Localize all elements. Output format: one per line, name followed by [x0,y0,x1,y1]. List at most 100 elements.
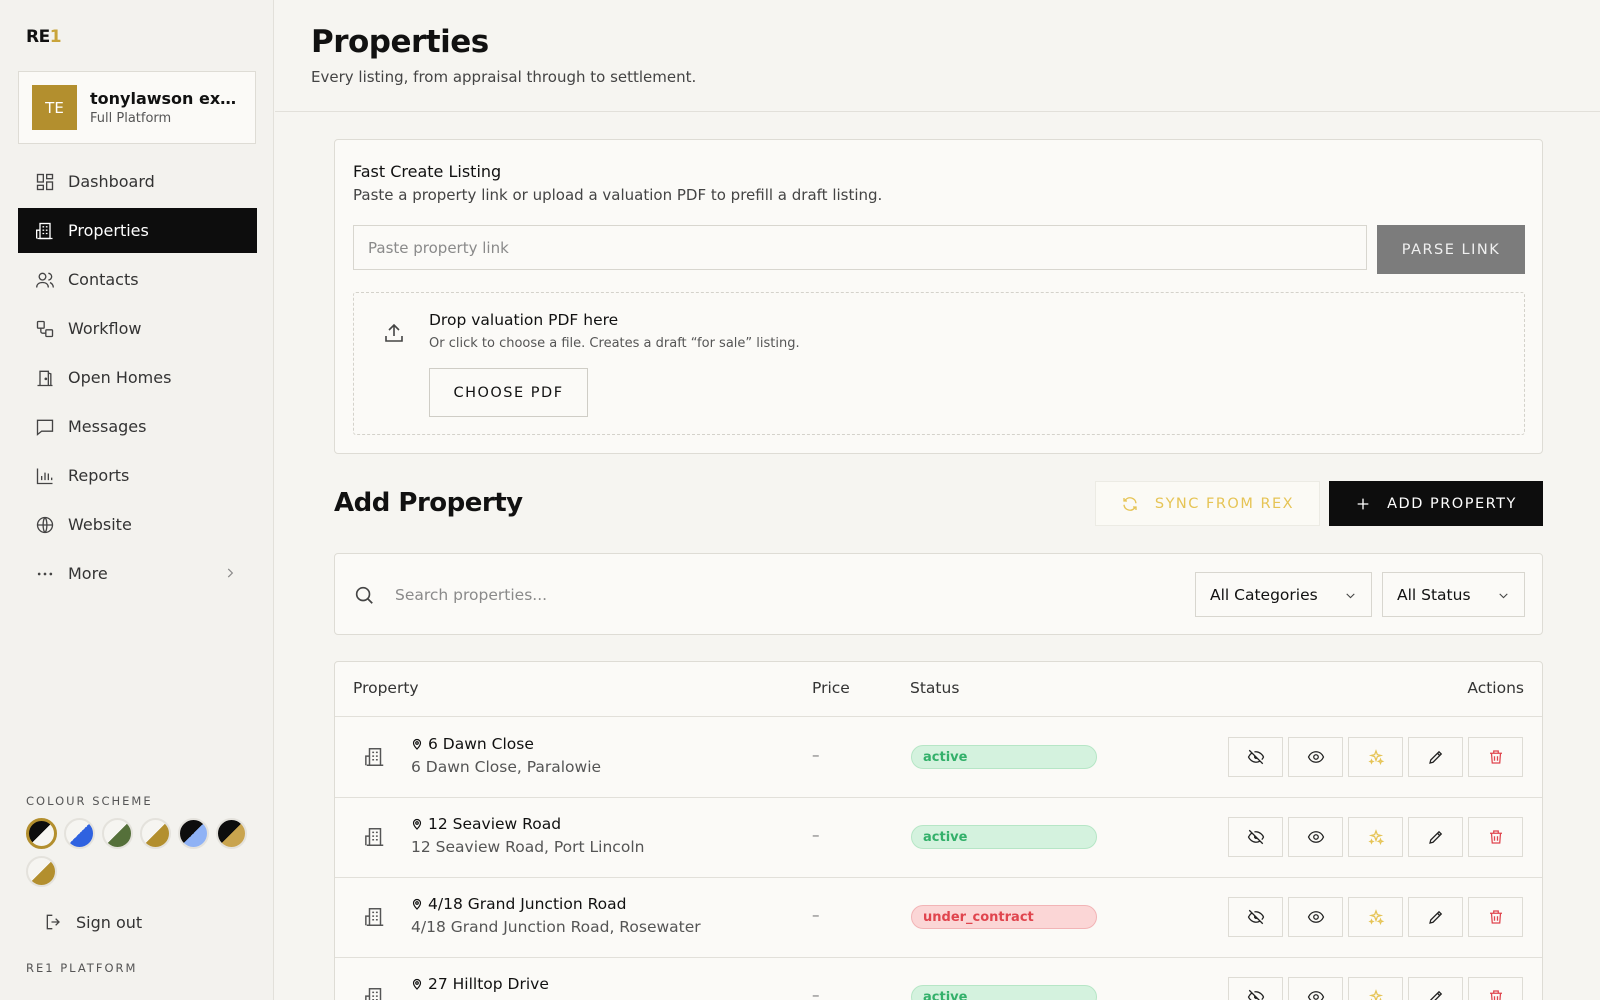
view-button[interactable] [1288,977,1343,1000]
chart-icon [36,468,53,484]
delete-icon [1489,750,1502,764]
hide-button[interactable] [1228,977,1283,1000]
pdf-dropzone[interactable]: Drop valuation PDF here Or click to choo… [353,292,1525,435]
table-row[interactable]: 12 Seaview Road 12 Seaview Road, Port Lin… [335,797,1542,878]
property-title-text: 27 Hilltop Drive [428,975,549,993]
edit-button[interactable] [1408,977,1463,1000]
message-icon [36,419,54,436]
delete-icon [1489,910,1502,924]
hide-button[interactable] [1228,817,1283,857]
delete-button[interactable] [1468,897,1523,937]
logo[interactable]: RE1 [26,27,62,47]
edit-icon [1428,910,1442,924]
sidebar-item-messages[interactable]: Messages [18,404,257,449]
account-switcher[interactable]: TE tonylawson exp &... Full Platform [18,71,256,144]
colour-swatch-3[interactable] [102,818,133,849]
sidebar-item-website[interactable]: Website [18,502,257,547]
colour-swatch-7[interactable] [26,856,57,887]
globe-icon [36,516,54,533]
hide-button[interactable] [1228,897,1283,937]
hide-button[interactable] [1228,737,1283,777]
view-icon [1307,751,1324,763]
property-title[interactable]: 4/18 Grand Junction Road [411,895,626,913]
sidebar-item-reports[interactable]: Reports [18,453,257,498]
sign-out-button[interactable]: Sign out [44,912,142,932]
colour-swatch-1[interactable] [26,818,57,849]
edit-button[interactable] [1408,817,1463,857]
more-icon [37,572,53,575]
sparkle-button[interactable] [1348,977,1403,1000]
sidebar-item-label: Properties [68,221,149,240]
open-home-icon [37,370,53,386]
search-input[interactable] [395,576,1095,614]
column-status[interactable]: Status [910,679,959,697]
colour-swatch-5[interactable] [178,818,209,849]
colour-swatch-6[interactable] [216,818,247,849]
upload-icon [385,323,403,342]
status-value: All Status [1397,585,1471,604]
search-icon [355,586,373,604]
users-icon [36,272,54,288]
building-icon [365,828,384,846]
sidebar-item-label: More [68,564,108,583]
column-property[interactable]: Property [353,679,419,697]
edit-button[interactable] [1408,737,1463,777]
chevron-down-icon [1499,593,1508,599]
dropzone-subtitle: Or click to choose a file. Creates a dra… [429,336,800,351]
edit-button[interactable] [1408,897,1463,937]
delete-button[interactable] [1468,977,1523,1000]
sparkle-button[interactable] [1348,897,1403,937]
view-icon [1307,831,1324,843]
property-price: – [812,986,820,1000]
property-link-input[interactable] [353,225,1367,270]
filter-bar: All Categories All Status [334,553,1543,635]
property-price: – [812,906,820,924]
property-title-text: 4/18 Grand Junction Road [428,895,627,913]
sidebar-item-label: Reports [68,466,130,485]
sparkle-icon [1367,749,1384,766]
fast-create-subtitle: Paste a property link or upload a valuat… [353,186,883,204]
sidebar-item-open-homes[interactable]: Open Homes [18,355,257,400]
sidebar-item-properties[interactable]: Properties [18,208,257,253]
view-button[interactable] [1288,897,1343,937]
view-button[interactable] [1288,817,1343,857]
sidebar-item-contacts[interactable]: Contacts [18,257,257,302]
add-property-button[interactable]: ADD PROPERTY [1329,481,1543,526]
dashboard-icon [36,173,54,190]
dropzone-title: Drop valuation PDF here [429,311,619,329]
choose-pdf-button[interactable]: CHOOSE PDF [429,368,588,417]
sparkle-icon [1367,829,1384,846]
sparkle-button[interactable] [1348,737,1403,777]
edit-icon [1428,750,1442,764]
table-row[interactable]: 6 Dawn Close 6 Dawn Close, Paralowie – acti… [335,717,1542,798]
status-badge: active [911,985,1097,1000]
property-title[interactable]: 12 Seaview Road [411,815,561,833]
edit-icon [1429,990,1442,1000]
property-title[interactable]: 6 Dawn Close [411,735,534,753]
property-title[interactable]: 27 Hilltop Drive [411,975,549,993]
view-button[interactable] [1288,737,1343,777]
sidebar-item-workflow[interactable]: Workflow [18,306,257,351]
property-address: 4/18 Grand Junction Road, Rosewater [411,918,701,936]
location-pin-icon [412,738,422,750]
table-row[interactable]: 4/18 Grand Junction Road 4/18 Grand Junct… [335,877,1542,958]
column-price[interactable]: Price [812,679,850,697]
parse-link-button[interactable]: PARSE LINK [1377,225,1525,274]
row-actions [1228,817,1523,857]
colour-swatch-4[interactable] [140,818,171,849]
sync-from-rex-button[interactable]: SYNC FROM REX [1095,481,1320,526]
property-price: – [812,826,820,844]
status-badge: active [911,825,1097,849]
hide-icon [1247,749,1264,765]
sidebar-item-dashboard[interactable]: Dashboard [18,159,257,204]
delete-button[interactable] [1468,817,1523,857]
delete-button[interactable] [1468,737,1523,777]
row-actions [1228,897,1523,937]
category-select[interactable]: All Categories [1195,572,1372,617]
sparkle-button[interactable] [1348,817,1403,857]
status-select[interactable]: All Status [1382,572,1525,617]
colour-swatch-2[interactable] [64,818,95,849]
sparkle-icon [1368,989,1383,1000]
sidebar-item-more[interactable]: More [18,551,257,596]
table-row[interactable]: 27 Hilltop Drive – active [335,957,1542,1000]
